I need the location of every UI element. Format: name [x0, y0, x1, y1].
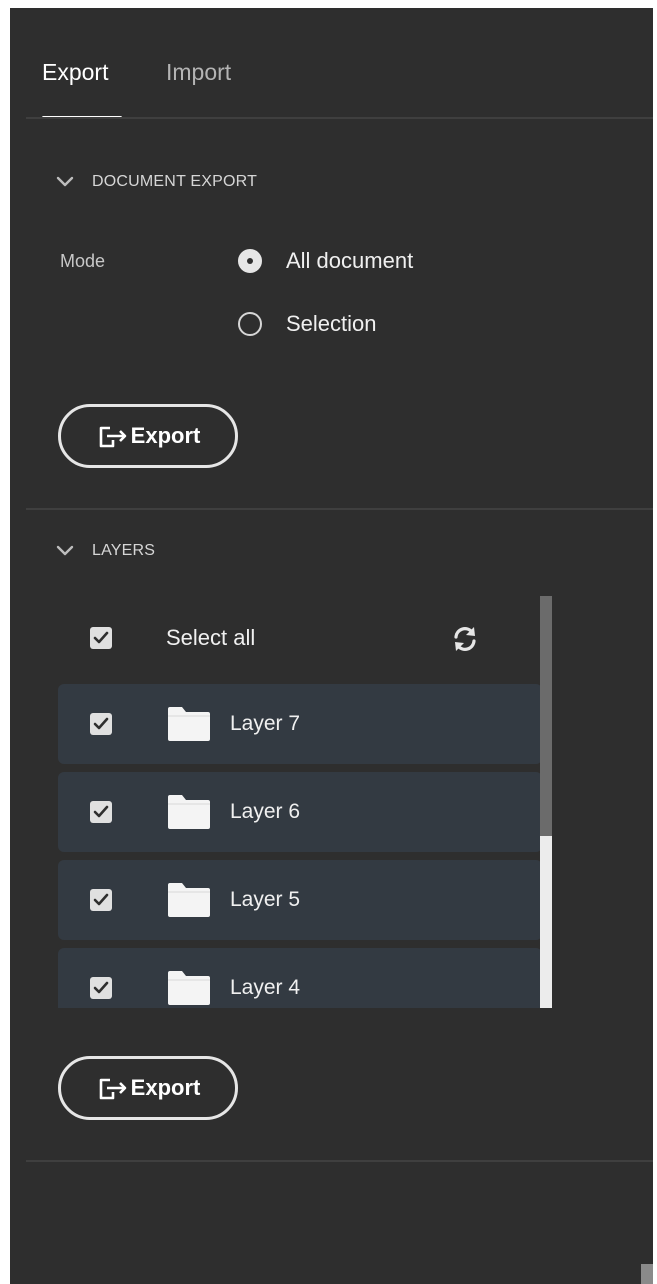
chevron-down-icon [56, 176, 74, 187]
select-all-row: Select all [90, 620, 510, 656]
layer-checkbox[interactable] [90, 889, 112, 911]
folder-icon [168, 707, 210, 741]
resize-corner[interactable] [641, 1264, 653, 1284]
document-export-header[interactable]: DOCUMENT EXPORT [56, 173, 257, 191]
export-arrow-icon [99, 1078, 126, 1100]
folder-icon [168, 883, 210, 917]
layers-list[interactable]: Layer 7 Layer 6 Layer 5 Layer 4 [58, 684, 542, 1008]
list-item[interactable]: Layer 6 [58, 772, 542, 852]
folder-icon [168, 971, 210, 1005]
layers-title: LAYERS [92, 542, 156, 559]
checkmark-icon [93, 717, 109, 730]
radio-selection[interactable]: Selection [238, 311, 377, 337]
chevron-down-icon [56, 545, 74, 556]
layer-label: Layer 7 [230, 712, 301, 735]
tab-export[interactable]: Export [42, 58, 108, 86]
layer-label: Layer 6 [230, 800, 301, 823]
list-item[interactable]: Layer 7 [58, 684, 542, 764]
radio-all-document-label: All document [286, 248, 414, 273]
layer-checkbox[interactable] [90, 713, 112, 735]
layers-header[interactable]: LAYERS [56, 542, 155, 560]
layer-checkbox[interactable] [90, 977, 112, 999]
layer-checkbox[interactable] [90, 801, 112, 823]
export-arrow-icon [99, 426, 126, 448]
select-all-checkbox[interactable] [90, 627, 112, 649]
checkmark-icon [93, 631, 109, 644]
bottom-divider [26, 1160, 653, 1162]
export-panel: Export Import DOCUMENT EXPORT Mode All d… [10, 8, 653, 1284]
tabs-divider [26, 117, 653, 119]
layers-export-button-label: Export [130, 1075, 201, 1100]
folder-icon [168, 795, 210, 829]
list-item[interactable]: Layer 4 [58, 948, 542, 1008]
select-all-label: Select all [166, 625, 256, 650]
radio-button-unchecked[interactable] [238, 312, 262, 336]
layer-label: Layer 5 [230, 888, 301, 911]
document-export-button-label: Export [130, 423, 201, 448]
checkmark-icon [93, 805, 109, 818]
scrollbar-thumb[interactable] [540, 596, 552, 836]
document-export-button[interactable]: Export [58, 404, 238, 468]
layers-export-button[interactable]: Export [58, 1056, 238, 1120]
tab-import[interactable]: Import [166, 58, 231, 86]
radio-all-document[interactable]: All document [238, 248, 413, 274]
refresh-icon[interactable] [450, 624, 480, 654]
list-item[interactable]: Layer 5 [58, 860, 542, 940]
checkmark-icon [93, 981, 109, 994]
mode-label: Mode [60, 251, 106, 271]
layer-label: Layer 4 [230, 976, 301, 999]
radio-button-checked[interactable] [238, 249, 262, 273]
radio-selection-label: Selection [286, 311, 377, 336]
checkmark-icon [93, 893, 109, 906]
section-divider [26, 508, 653, 510]
document-export-title: DOCUMENT EXPORT [92, 173, 258, 190]
